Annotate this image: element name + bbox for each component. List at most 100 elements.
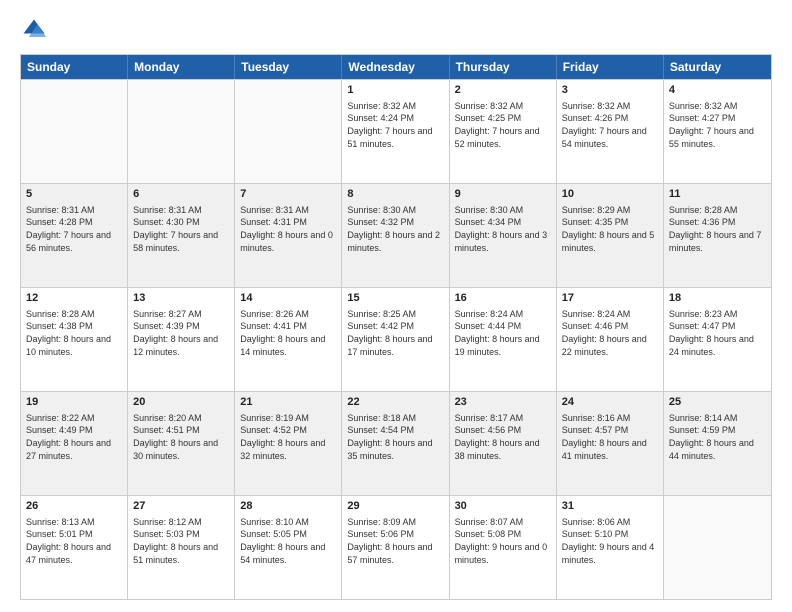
header: [20, 16, 772, 44]
calendar-week-3: 12 Sunrise: 8:28 AM Sunset: 4:38 PM Dayli…: [21, 287, 771, 391]
cal-day-9: 9Sunrise: 8:30 AM Sunset: 4:34 PM Daylig…: [450, 184, 557, 287]
cal-day-12: 12 Sunrise: 8:28 AM Sunset: 4:38 PM Dayli…: [21, 288, 128, 391]
day-info: Sunrise: 8:31 AM Sunset: 4:28 PM Dayligh…: [26, 204, 122, 254]
cal-day-18: 18 Sunrise: 8:23 AM Sunset: 4:47 PM Dayli…: [664, 288, 771, 391]
day-info: Sunrise: 8:14 AM Sunset: 4:59 PM Dayligh…: [669, 412, 766, 462]
day-number: 30: [455, 499, 551, 514]
cal-day-1: 1 Sunrise: 8:32 AM Sunset: 4:24 PM Daylig…: [342, 80, 449, 183]
day-number: 26: [26, 499, 122, 514]
cal-day-28: 28 Sunrise: 8:10 AM Sunset: 5:05 PM Dayli…: [235, 496, 342, 599]
day-number: 31: [562, 499, 658, 514]
day-info: Sunrise: 8:30 AM Sunset: 4:32 PM Dayligh…: [347, 204, 443, 254]
cal-day-8: 8 Sunrise: 8:30 AM Sunset: 4:32 PM Daylig…: [342, 184, 449, 287]
cal-day-27: 27Sunrise: 8:12 AM Sunset: 5:03 PM Dayli…: [128, 496, 235, 599]
day-info: Sunrise: 8:32 AM Sunset: 4:27 PM Dayligh…: [669, 100, 766, 150]
calendar-body: 1 Sunrise: 8:32 AM Sunset: 4:24 PM Daylig…: [21, 79, 771, 599]
day-number: 16: [455, 291, 551, 306]
cal-day-2: 2 Sunrise: 8:32 AM Sunset: 4:25 PM Daylig…: [450, 80, 557, 183]
day-info: Sunrise: 8:17 AM Sunset: 4:56 PM Dayligh…: [455, 412, 551, 462]
day-info: Sunrise: 8:28 AM Sunset: 4:36 PM Dayligh…: [669, 204, 766, 254]
day-number: 17: [562, 291, 658, 306]
day-info: Sunrise: 8:24 AM Sunset: 4:44 PM Dayligh…: [455, 308, 551, 358]
header-cell-thursday: Thursday: [450, 55, 557, 79]
day-number: 25: [669, 395, 766, 410]
day-info: Sunrise: 8:31 AM Sunset: 4:30 PM Dayligh…: [133, 204, 229, 254]
day-info: Sunrise: 8:28 AM Sunset: 4:38 PM Dayligh…: [26, 308, 122, 358]
logo-icon: [20, 16, 48, 44]
day-number: 5: [26, 187, 122, 202]
cal-day-23: 23 Sunrise: 8:17 AM Sunset: 4:56 PM Dayli…: [450, 392, 557, 495]
day-info: Sunrise: 8:13 AM Sunset: 5:01 PM Dayligh…: [26, 516, 122, 566]
cal-day-4: 4 Sunrise: 8:32 AM Sunset: 4:27 PM Daylig…: [664, 80, 771, 183]
day-number: 14: [240, 291, 336, 306]
day-number: 19: [26, 395, 122, 410]
day-info: Sunrise: 8:10 AM Sunset: 5:05 PM Dayligh…: [240, 516, 336, 566]
day-info: Sunrise: 8:16 AM Sunset: 4:57 PM Dayligh…: [562, 412, 658, 462]
cal-day-14: 14 Sunrise: 8:26 AM Sunset: 4:41 PM Dayli…: [235, 288, 342, 391]
header-cell-wednesday: Wednesday: [342, 55, 449, 79]
day-info: Sunrise: 8:23 AM Sunset: 4:47 PM Dayligh…: [669, 308, 766, 358]
day-number: 11: [669, 187, 766, 202]
day-info: Sunrise: 8:20 AM Sunset: 4:51 PM Dayligh…: [133, 412, 229, 462]
day-number: 29: [347, 499, 443, 514]
cal-day-10: 10 Sunrise: 8:29 AM Sunset: 4:35 PM Dayli…: [557, 184, 664, 287]
day-info: Sunrise: 8:27 AM Sunset: 4:39 PM Dayligh…: [133, 308, 229, 358]
page: SundayMondayTuesdayWednesdayThursdayFrid…: [0, 0, 792, 612]
header-cell-friday: Friday: [557, 55, 664, 79]
cal-day-3: 3Sunrise: 8:32 AM Sunset: 4:26 PM Daylig…: [557, 80, 664, 183]
header-cell-saturday: Saturday: [664, 55, 771, 79]
day-number: 27: [133, 499, 229, 514]
cal-day-31: 31 Sunrise: 8:06 AM Sunset: 5:10 PM Dayli…: [557, 496, 664, 599]
day-number: 2: [455, 83, 551, 98]
cal-day-17: 17 Sunrise: 8:24 AM Sunset: 4:46 PM Dayli…: [557, 288, 664, 391]
calendar-header-row: SundayMondayTuesdayWednesdayThursdayFrid…: [21, 55, 771, 79]
header-cell-monday: Monday: [128, 55, 235, 79]
day-number: 1: [347, 83, 443, 98]
day-info: Sunrise: 8:30 AM Sunset: 4:34 PM Dayligh…: [455, 204, 551, 254]
cal-empty: [21, 80, 128, 183]
day-number: 7: [240, 187, 336, 202]
calendar-week-1: 1 Sunrise: 8:32 AM Sunset: 4:24 PM Daylig…: [21, 79, 771, 183]
cal-day-13: 13Sunrise: 8:27 AM Sunset: 4:39 PM Dayli…: [128, 288, 235, 391]
day-number: 20: [133, 395, 229, 410]
calendar-week-4: 19 Sunrise: 8:22 AM Sunset: 4:49 PM Dayli…: [21, 391, 771, 495]
calendar: SundayMondayTuesdayWednesdayThursdayFrid…: [20, 54, 772, 600]
day-info: Sunrise: 8:26 AM Sunset: 4:41 PM Dayligh…: [240, 308, 336, 358]
day-number: 6: [133, 187, 229, 202]
logo: [20, 16, 52, 44]
day-number: 10: [562, 187, 658, 202]
day-info: Sunrise: 8:24 AM Sunset: 4:46 PM Dayligh…: [562, 308, 658, 358]
cal-day-11: 11 Sunrise: 8:28 AM Sunset: 4:36 PM Dayli…: [664, 184, 771, 287]
day-info: Sunrise: 8:22 AM Sunset: 4:49 PM Dayligh…: [26, 412, 122, 462]
day-number: 12: [26, 291, 122, 306]
day-number: 28: [240, 499, 336, 514]
cal-day-22: 22 Sunrise: 8:18 AM Sunset: 4:54 PM Dayli…: [342, 392, 449, 495]
cal-day-5: 5 Sunrise: 8:31 AM Sunset: 4:28 PM Daylig…: [21, 184, 128, 287]
day-info: Sunrise: 8:19 AM Sunset: 4:52 PM Dayligh…: [240, 412, 336, 462]
cal-day-30: 30Sunrise: 8:07 AM Sunset: 5:08 PM Dayli…: [450, 496, 557, 599]
calendar-week-5: 26 Sunrise: 8:13 AM Sunset: 5:01 PM Dayli…: [21, 495, 771, 599]
day-number: 21: [240, 395, 336, 410]
cal-day-19: 19 Sunrise: 8:22 AM Sunset: 4:49 PM Dayli…: [21, 392, 128, 495]
day-number: 3: [562, 83, 658, 98]
cal-day-26: 26 Sunrise: 8:13 AM Sunset: 5:01 PM Dayli…: [21, 496, 128, 599]
day-number: 23: [455, 395, 551, 410]
cal-day-15: 15Sunrise: 8:25 AM Sunset: 4:42 PM Dayli…: [342, 288, 449, 391]
day-number: 22: [347, 395, 443, 410]
day-info: Sunrise: 8:29 AM Sunset: 4:35 PM Dayligh…: [562, 204, 658, 254]
calendar-week-2: 5 Sunrise: 8:31 AM Sunset: 4:28 PM Daylig…: [21, 183, 771, 287]
day-number: 24: [562, 395, 658, 410]
cal-empty: [664, 496, 771, 599]
cal-empty: [235, 80, 342, 183]
day-number: 18: [669, 291, 766, 306]
day-info: Sunrise: 8:32 AM Sunset: 4:25 PM Dayligh…: [455, 100, 551, 150]
day-number: 8: [347, 187, 443, 202]
day-info: Sunrise: 8:09 AM Sunset: 5:06 PM Dayligh…: [347, 516, 443, 566]
cal-empty: [128, 80, 235, 183]
header-cell-tuesday: Tuesday: [235, 55, 342, 79]
day-info: Sunrise: 8:18 AM Sunset: 4:54 PM Dayligh…: [347, 412, 443, 462]
day-info: Sunrise: 8:06 AM Sunset: 5:10 PM Dayligh…: [562, 516, 658, 566]
day-number: 15: [347, 291, 443, 306]
day-info: Sunrise: 8:32 AM Sunset: 4:24 PM Dayligh…: [347, 100, 443, 150]
day-number: 4: [669, 83, 766, 98]
